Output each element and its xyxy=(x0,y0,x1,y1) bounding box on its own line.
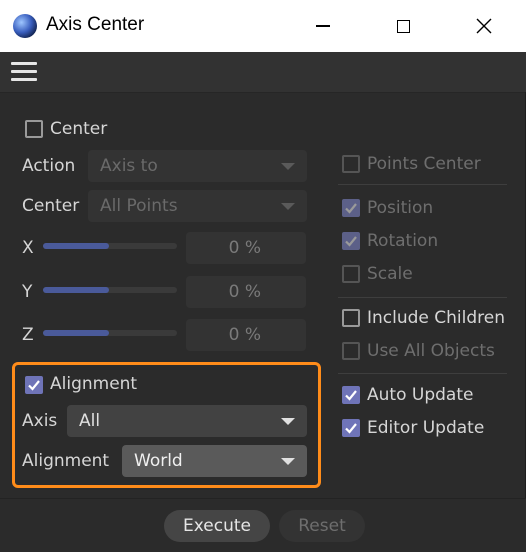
position-checkbox[interactable] xyxy=(342,199,360,217)
menu-bar xyxy=(0,52,526,93)
divider xyxy=(338,184,507,185)
close-icon xyxy=(476,18,492,34)
hamburger-menu-icon[interactable] xyxy=(11,62,37,82)
center-checkbox[interactable] xyxy=(25,120,43,138)
chevron-down-icon xyxy=(281,418,295,425)
z-slider-fill xyxy=(43,330,109,336)
checkmark-icon xyxy=(345,390,357,401)
scale-label: Scale xyxy=(367,264,413,284)
checkmark-icon xyxy=(345,236,357,247)
y-slider-fill xyxy=(43,287,109,293)
axis-label: Axis xyxy=(22,411,58,431)
checkmark-icon xyxy=(345,423,357,434)
center-mode-dropdown-value: All Points xyxy=(100,196,178,216)
z-label: Z xyxy=(22,325,34,345)
z-slider[interactable] xyxy=(43,330,177,336)
alignment-dropdown[interactable]: World xyxy=(122,445,307,477)
x-slider-fill xyxy=(43,243,109,249)
window-title: Axis Center xyxy=(46,14,145,35)
points-center-label: Points Center xyxy=(367,154,481,174)
x-label: X xyxy=(22,238,34,258)
checkmark-icon xyxy=(345,203,357,214)
editor-update-label: Editor Update xyxy=(367,418,485,438)
use-all-objects-checkbox[interactable] xyxy=(342,342,360,360)
close-button[interactable] xyxy=(461,0,507,52)
alignment-checkbox-label: Alignment xyxy=(50,374,138,394)
app-logo-icon xyxy=(13,14,37,38)
x-field[interactable]: 0 % xyxy=(186,232,306,264)
chevron-down-icon xyxy=(281,163,295,170)
minimize-button[interactable] xyxy=(300,0,346,52)
rotation-label: Rotation xyxy=(367,231,439,251)
axis-dropdown-value: All xyxy=(79,411,101,431)
chevron-down-icon xyxy=(281,203,295,210)
y-slider[interactable] xyxy=(43,287,177,293)
center-checkbox-label: Center xyxy=(50,119,108,139)
y-field[interactable]: 0 % xyxy=(186,276,306,308)
y-label: Y xyxy=(22,282,33,302)
action-label: Action xyxy=(22,156,76,176)
execute-button[interactable]: Execute xyxy=(164,510,270,542)
chevron-down-icon xyxy=(281,458,295,465)
include-children-label: Include Children xyxy=(367,308,506,328)
alignment-dropdown-value: World xyxy=(134,451,183,471)
title-bar: Axis Center xyxy=(0,0,526,52)
action-dropdown-value: Axis to xyxy=(100,156,158,176)
points-center-checkbox[interactable] xyxy=(342,155,360,173)
divider xyxy=(338,297,507,298)
maximize-icon xyxy=(396,19,410,33)
use-all-objects-label: Use All Objects xyxy=(367,341,495,361)
maximize-button[interactable] xyxy=(380,0,426,52)
include-children-checkbox[interactable] xyxy=(342,309,360,327)
axis-dropdown[interactable]: All xyxy=(67,405,307,437)
action-dropdown[interactable]: Axis to xyxy=(88,150,307,182)
auto-update-label: Auto Update xyxy=(367,385,474,405)
center-mode-label: Center xyxy=(22,196,80,216)
z-field[interactable]: 0 % xyxy=(186,319,306,351)
auto-update-checkbox[interactable] xyxy=(342,386,360,404)
reset-button[interactable]: Reset xyxy=(279,510,365,542)
x-slider[interactable] xyxy=(43,243,177,249)
alignment-label: Alignment xyxy=(22,451,110,471)
alignment-checkbox[interactable] xyxy=(25,376,43,394)
rotation-checkbox[interactable] xyxy=(342,232,360,250)
checkmark-icon xyxy=(28,380,40,391)
minimize-icon xyxy=(316,25,330,27)
editor-update-checkbox[interactable] xyxy=(342,419,360,437)
divider xyxy=(338,373,507,374)
position-label: Position xyxy=(367,198,434,218)
scale-checkbox[interactable] xyxy=(342,265,360,283)
center-mode-dropdown[interactable]: All Points xyxy=(88,190,307,222)
